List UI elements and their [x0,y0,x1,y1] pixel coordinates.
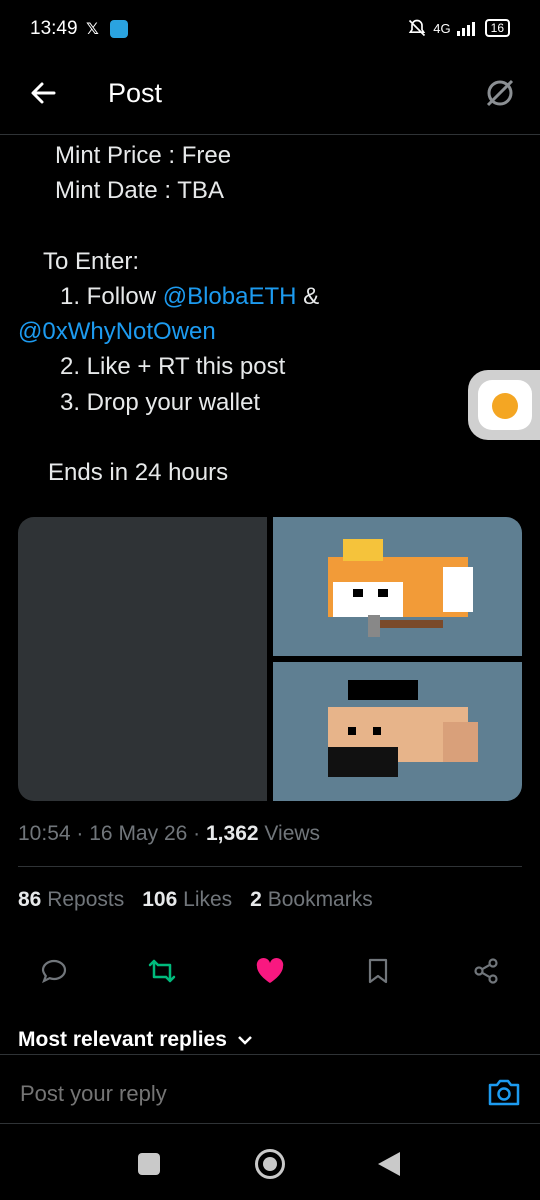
camera-icon[interactable] [486,1076,522,1108]
grok-icon[interactable] [482,75,518,111]
drop-wallet-line: 3. Drop your wallet [60,389,261,416]
status-icons: 4G 16 [407,18,510,38]
media-image-2[interactable] [273,517,522,656]
media-grid [18,517,522,801]
repost-icon [148,959,176,983]
like-rt-line: 2. Like + RT this post [60,353,286,380]
action-bar [18,946,522,996]
chevron-down-icon [238,1036,252,1045]
battery-level: 16 [490,21,504,35]
follow-line: 1. Follow @BlobaETH & [60,283,319,311]
post-meta: 10:54 · 16 May 26 · 1,362 Views [18,822,320,846]
bookmarks-label: Bookmarks [267,888,373,911]
meta-sep: · [76,822,84,845]
reply-input[interactable] [18,1080,462,1108]
media-image-1[interactable] [18,517,267,801]
pixel-man-fish-image [328,680,478,777]
like-button[interactable] [254,955,286,987]
share-icon [474,958,498,984]
recents-button[interactable] [138,1153,160,1175]
bell-off-icon [409,19,426,37]
accessibility-floating-button[interactable] [468,370,540,440]
bookmarks-stat[interactable]: 2 Bookmarks [250,888,373,912]
heart-icon [256,958,284,983]
post-date: 16 May 26 [89,822,188,845]
likes-count: 106 [142,888,178,911]
back-arrow-icon[interactable] [28,78,58,108]
replies-sort-label: Most relevant replies [18,1028,227,1051]
meta-sep: · [193,822,201,845]
reposts-count: 86 [18,888,42,911]
follow-text: 1. Follow [60,283,163,310]
accessibility-button-inner [478,380,532,430]
bookmark-icon [368,958,388,984]
ampersand-text: & [296,283,320,310]
divider [18,866,522,867]
reposts-label: Reposts [47,888,125,911]
mention-blobaeth[interactable]: @BlobaETH [163,283,297,310]
bookmarks-count: 2 [250,888,262,911]
back-button[interactable] [378,1152,400,1176]
pixel-dog-fish-image [328,539,473,637]
telegram-icon [110,20,128,38]
ends-line: Ends in 24 hours [48,459,229,486]
likes-label: Likes [183,888,233,911]
reposts-stat[interactable]: 86 Reposts [18,888,124,912]
bookmark-button[interactable] [362,955,394,987]
share-button[interactable] [470,955,502,987]
replies-sort-dropdown[interactable]: Most relevant replies [18,1028,253,1052]
views-count: 1,362 [206,822,259,845]
post-stats: 86 Reposts 106 Likes 2 Bookmarks [18,888,373,912]
status-bar: 13:49 𝕏 4G 16 [0,0,540,60]
battery-icon: 16 [484,19,510,37]
likes-stat[interactable]: 106 Likes [142,888,232,912]
accessibility-icon [492,393,518,419]
home-button[interactable] [255,1149,285,1179]
post-time: 10:54 [18,822,71,845]
reply-button[interactable] [38,955,70,987]
mint-date-line: Mint Date : TBA [55,177,224,204]
repost-button[interactable] [146,955,178,987]
header: Post [0,60,540,135]
x-app-icon: 𝕏 [86,21,99,38]
reply-icon [41,959,67,984]
network-label: 4G [433,20,451,36]
signal-icon [456,22,475,36]
to-enter-line: To Enter: [43,248,140,275]
mention-0xwhynotowen[interactable]: @0xWhyNotOwen [18,318,216,346]
media-image-3[interactable] [273,662,522,801]
mint-price-line: Mint Price : Free [55,142,232,169]
page-title: Post [108,78,163,108]
status-time: 13:49 [30,18,78,39]
views-label: Views [264,822,321,845]
